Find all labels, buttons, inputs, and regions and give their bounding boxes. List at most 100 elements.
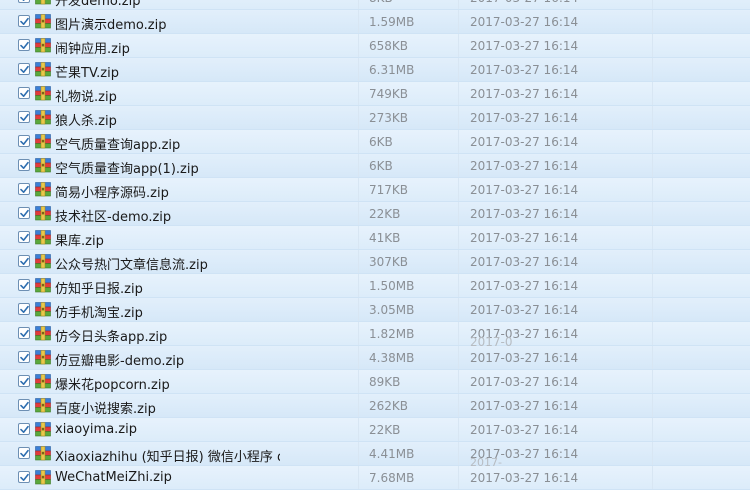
file-name[interactable]: 仿知乎日报.zip	[55, 278, 143, 297]
checked-checkbox-icon[interactable]	[18, 423, 30, 435]
file-size: 6.31MB	[369, 63, 415, 77]
file-row[interactable]: 百度小说搜索.zip 262KB 2017-03-27 16:14	[0, 394, 750, 418]
file-date: 2017-03-27 16:14	[470, 183, 579, 197]
file-row[interactable]: 空气质量查询app(1).zip 6KB 2017-03-27 16:14	[0, 154, 750, 178]
zip-archive-icon	[35, 157, 51, 173]
column-divider	[358, 10, 359, 33]
column-divider	[652, 466, 653, 489]
column-divider	[458, 82, 459, 105]
file-row[interactable]: 爆米花popcorn.zip 89KB 2017-03-27 16:14	[0, 370, 750, 394]
zip-archive-icon	[35, 13, 51, 29]
file-size: 749KB	[369, 87, 409, 101]
file-row[interactable]: 芒果TV.zip 6.31MB 2017-03-27 16:14	[0, 58, 750, 82]
checked-checkbox-icon[interactable]	[18, 375, 30, 387]
zip-archive-icon	[35, 325, 51, 341]
file-name[interactable]: 爆米花popcorn.zip	[55, 374, 170, 393]
file-row[interactable]: 仿今日头条app.zip 1.82MB 2017-03-27 16:14	[0, 322, 750, 346]
checked-checkbox-icon[interactable]	[18, 0, 30, 3]
column-divider	[652, 274, 653, 297]
file-name[interactable]: 闹钟应用.zip	[55, 38, 130, 57]
checked-checkbox-icon[interactable]	[18, 231, 30, 243]
file-row[interactable]: 果库.zip 41KB 2017-03-27 16:14	[0, 226, 750, 250]
file-name[interactable]: 果库.zip	[55, 230, 104, 249]
file-size: 3.05MB	[369, 303, 415, 317]
file-row[interactable]: 狼人杀.zip 273KB 2017-03-27 16:14	[0, 106, 750, 130]
checked-checkbox-icon[interactable]	[18, 159, 30, 171]
file-size: 4.41MB	[369, 447, 415, 461]
file-name[interactable]: 图片演示demo.zip	[55, 14, 166, 33]
zip-archive-icon	[35, 253, 51, 269]
file-date: 2017-03-27 16:14	[470, 255, 579, 269]
file-row[interactable]: 公众号热门文章信息流.zip 307KB 2017-03-27 16:14	[0, 250, 750, 274]
file-date: 2017-03-27 16:14	[470, 15, 579, 29]
overlay-date-fragment: 2017-0	[470, 335, 513, 349]
zip-archive-icon	[35, 181, 51, 197]
column-divider	[358, 82, 359, 105]
column-divider	[458, 370, 459, 393]
column-divider	[358, 130, 359, 153]
checked-checkbox-icon[interactable]	[18, 207, 30, 219]
file-name[interactable]: 简易小程序源码.zip	[55, 182, 169, 201]
file-name[interactable]: 技术社区-demo.zip	[55, 206, 171, 225]
checked-checkbox-icon[interactable]	[18, 39, 30, 51]
file-row[interactable]: 仿手机淘宝.zip 3.05MB 2017-03-27 16:14	[0, 298, 750, 322]
zip-archive-icon	[35, 301, 51, 317]
file-row[interactable]: 仿知乎日报.zip 1.50MB 2017-03-27 16:14	[0, 274, 750, 298]
file-row[interactable]: 开发demo.zip 8KB 2017-03-27 16:14	[0, 0, 750, 10]
checked-checkbox-icon[interactable]	[18, 135, 30, 147]
file-size: 307KB	[369, 255, 409, 269]
file-row[interactable]: 礼物说.zip 749KB 2017-03-27 16:14	[0, 82, 750, 106]
checked-checkbox-icon[interactable]	[18, 15, 30, 27]
file-name[interactable]: xiaoyima.zip	[55, 422, 137, 437]
file-name[interactable]: 公众号热门文章信息流.zip	[55, 254, 208, 273]
file-size: 8KB	[369, 0, 393, 5]
zip-archive-icon	[35, 277, 51, 293]
file-name[interactable]: 仿豆瓣电影-demo.zip	[55, 350, 184, 369]
file-name[interactable]: 礼物说.zip	[55, 86, 117, 105]
file-name[interactable]: 仿手机淘宝.zip	[55, 302, 143, 321]
checked-checkbox-icon[interactable]	[18, 279, 30, 291]
file-size: 7.68MB	[369, 471, 415, 485]
file-name[interactable]: 仿今日头条app.zip	[55, 326, 167, 345]
checked-checkbox-icon[interactable]	[18, 183, 30, 195]
checked-checkbox-icon[interactable]	[18, 63, 30, 75]
checked-checkbox-icon[interactable]	[18, 303, 30, 315]
file-row[interactable]: WeChatMeiZhi.zip 7.68MB 2017-03-27 16:14	[0, 466, 750, 490]
checked-checkbox-icon[interactable]	[18, 87, 30, 99]
checked-checkbox-icon[interactable]	[18, 351, 30, 363]
file-row[interactable]: 闹钟应用.zip 658KB 2017-03-27 16:14	[0, 34, 750, 58]
file-name[interactable]: Xiaoxiazhihu (知乎日报) 微信小程序 d....	[55, 446, 280, 465]
file-row[interactable]: 仿豆瓣电影-demo.zip 4.38MB 2017-03-27 16:14	[0, 346, 750, 370]
column-divider	[652, 0, 653, 9]
checked-checkbox-icon[interactable]	[18, 327, 30, 339]
file-name[interactable]: 开发demo.zip	[55, 0, 140, 9]
column-divider	[458, 442, 459, 465]
file-name[interactable]: 芒果TV.zip	[55, 62, 119, 81]
zip-archive-icon	[35, 469, 51, 485]
file-name[interactable]: 空气质量查询app(1).zip	[55, 158, 199, 177]
file-date: 2017-03-27 16:14	[470, 375, 579, 389]
zip-archive-icon	[35, 0, 51, 5]
column-divider	[358, 274, 359, 297]
file-name[interactable]: 百度小说搜索.zip	[55, 398, 156, 417]
file-row[interactable]: 技术社区-demo.zip 22KB 2017-03-27 16:14	[0, 202, 750, 226]
checked-checkbox-icon[interactable]	[18, 111, 30, 123]
column-divider	[652, 442, 653, 465]
file-name[interactable]: 狼人杀.zip	[55, 110, 117, 129]
checked-checkbox-icon[interactable]	[18, 471, 30, 483]
file-name[interactable]: WeChatMeiZhi.zip	[55, 470, 172, 485]
file-row[interactable]: 空气质量查询app.zip 6KB 2017-03-27 16:14	[0, 130, 750, 154]
column-divider	[652, 250, 653, 273]
file-name[interactable]: 空气质量查询app.zip	[55, 134, 180, 153]
column-divider	[358, 0, 359, 9]
file-date: 2017-03-27 16:14	[470, 159, 579, 173]
column-divider	[458, 154, 459, 177]
file-row[interactable]: 图片演示demo.zip 1.59MB 2017-03-27 16:14	[0, 10, 750, 34]
column-divider	[652, 130, 653, 153]
file-row[interactable]: xiaoyima.zip 22KB 2017-03-27 16:14	[0, 418, 750, 442]
checked-checkbox-icon[interactable]	[18, 255, 30, 267]
file-row[interactable]: 简易小程序源码.zip 717KB 2017-03-27 16:14	[0, 178, 750, 202]
file-row[interactable]: Xiaoxiazhihu (知乎日报) 微信小程序 d.... 4.41MB 2…	[0, 442, 750, 466]
checked-checkbox-icon[interactable]	[18, 447, 30, 459]
checked-checkbox-icon[interactable]	[18, 399, 30, 411]
